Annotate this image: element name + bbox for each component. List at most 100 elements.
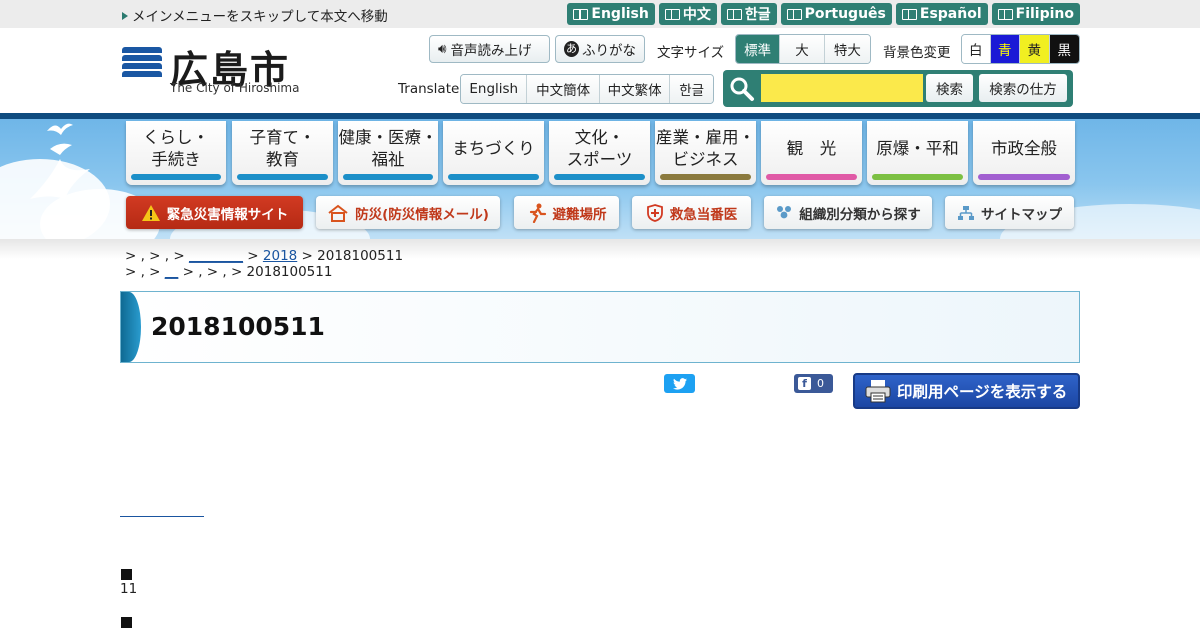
nav-city-govt[interactable]: 市政全般 [973,121,1075,185]
book-icon [726,8,742,20]
sub-label: 組織別分類から探す [799,206,921,223]
nav-health[interactable]: 健康・医療・ 福祉 [338,121,438,185]
translate-traditional[interactable]: 中文繁体 [599,75,671,103]
bgcolor-yellow[interactable]: 黄 [1020,35,1050,63]
lang-filipino[interactable]: Filipino [991,3,1080,25]
lang-spanish[interactable]: Español [895,3,988,25]
facebook-share-button[interactable]: f0 [794,374,833,393]
print-button-label: 印刷用ページを表示する [897,383,1068,401]
breadcrumb-link[interactable]: ________ [189,248,243,264]
nav-label: 福祉 [371,150,405,169]
breadcrumb-link[interactable]: __ [165,264,179,280]
search-input[interactable] [761,74,923,102]
lang-label: English [591,6,649,22]
book-icon [901,8,917,20]
breadcrumb: > , > , > ________ > 2018 > 2018100511 [125,248,403,264]
triangle-icon [122,12,128,20]
evacuation-site-button[interactable]: 避難場所 [514,196,619,229]
nav-label: 産業・雇用・ [656,128,755,147]
nav-tourism[interactable]: 観 光 [761,121,862,185]
breadcrumb: > , > __ > , > , > 2018100511 [125,264,332,280]
book-icon [664,8,680,20]
translate-simplified[interactable]: 中文簡体 [527,75,600,103]
speaker-icon: 🔊︎ [438,41,447,57]
search-button[interactable]: 検索 [926,74,973,102]
nav-living[interactable]: くらし・ 手続き [126,121,226,185]
furigana-button[interactable]: あふりがな [555,35,645,63]
nav-label: 原爆・平和 [876,139,959,158]
content-number: 11 [120,581,138,597]
nav-label: くらし・ [143,128,209,147]
nav-label: 文化・ [574,128,625,147]
twitter-share-button[interactable] [664,374,695,393]
lang-english[interactable]: English [567,3,655,25]
logo-mark-icon [122,47,162,85]
nav-label: 観 光 [786,139,837,158]
lang-chinese[interactable]: 中文 [658,3,717,25]
voice-button-label: 音声読み上げ [450,43,532,59]
translate-korean[interactable]: 한글 [670,75,713,103]
lang-label: 中文 [682,7,711,23]
logo-subtitle: The City of Hiroshima [170,81,300,95]
global-nav: くらし・手続き 子育て・ 教育 健康・医療・ 福祉 まちづくり 文化・スポーツ 産業… [0,119,1200,239]
lang-portuguese[interactable]: Português [780,3,892,25]
nav-label: まちづくり [452,139,535,158]
translate-english[interactable]: English [461,75,528,103]
font-size-xlarge[interactable]: 特大 [824,35,870,63]
lang-korean[interactable]: 한글 [720,3,777,25]
sub-label: サイトマップ [981,206,1062,223]
search-help-button[interactable]: 検索の仕方 [979,74,1067,102]
sitemap-button[interactable]: サイトマップ [945,196,1074,229]
breadcrumb-text: > , > [125,264,165,280]
content-link[interactable] [120,502,204,517]
sub-label: 防災(防災情報メール) [355,206,489,223]
nav-label: 手続き [151,150,201,169]
font-size-large[interactable]: 大 [780,35,825,63]
bgcolor-switcher: 白 青 黄 黒 [961,34,1080,64]
nav-label: 子育て・ [249,128,316,147]
org-search-button[interactable]: 組織別分類から探す [764,196,932,229]
font-size-label: 文字サイズ [657,45,725,61]
breadcrumb-text: > [242,248,263,264]
emergency-disaster-button[interactable]: 緊急災害情報サイト [126,196,303,229]
nav-color-bar [660,174,751,180]
language-links: English 中文 한글 Português Español Filipino [567,3,1080,25]
font-size-switcher: 標準 大 特大 [735,34,871,64]
nav-color-bar [978,174,1070,180]
nav-culture[interactable]: 文化・ スポーツ [549,121,650,185]
emergency-doctor-button[interactable]: 救急当番医 [632,196,751,229]
page-title: 2018100511 [151,312,325,341]
printer-icon [865,380,891,403]
bird-icon [47,123,73,135]
people-group-icon [777,205,792,218]
nav-industry[interactable]: 産業・雇用・ ビジネス [655,121,756,185]
breadcrumb-link-year[interactable]: 2018 [263,248,297,264]
skip-to-content-link[interactable]: メインメニューをスキップして本文へ移動 [122,5,388,25]
nav-color-bar [872,174,963,180]
bgcolor-blue[interactable]: 青 [990,35,1021,63]
voice-reader-button[interactable]: 🔊︎ 音声読み上げ [429,35,550,63]
nav-color-bar [237,174,328,180]
nav-peace[interactable]: 原爆・平和 [867,121,968,185]
nav-color-bar [343,174,433,180]
sub-label: 緊急災害情報サイト [166,206,289,223]
nav-town[interactable]: まちづくり [443,121,544,185]
bgcolor-white[interactable]: 白 [962,35,991,63]
sitemap-icon [958,205,974,220]
disaster-mail-button[interactable]: 防災(防災情報メール) [316,196,500,229]
print-page-button[interactable]: 印刷用ページを表示する [853,373,1080,409]
facebook-count: 0 [817,377,824,390]
nav-color-bar [766,174,857,180]
bgcolor-black[interactable]: 黒 [1049,35,1079,63]
nav-childcare[interactable]: 子育て・ 教育 [232,121,333,185]
facebook-icon: f [798,377,811,390]
nav-label: 健康・医療・ [338,128,438,147]
skip-link-label: メインメニューをスキップして本文へ移動 [132,9,388,25]
nav-label: スポーツ [566,150,633,169]
running-person-icon [529,203,546,223]
lang-label: Português [804,6,886,22]
search-bar: 検索 検索の仕方 [723,70,1073,107]
medical-cross-icon [646,203,663,222]
font-size-standard[interactable]: 標準 [736,35,781,63]
book-icon [573,8,589,20]
